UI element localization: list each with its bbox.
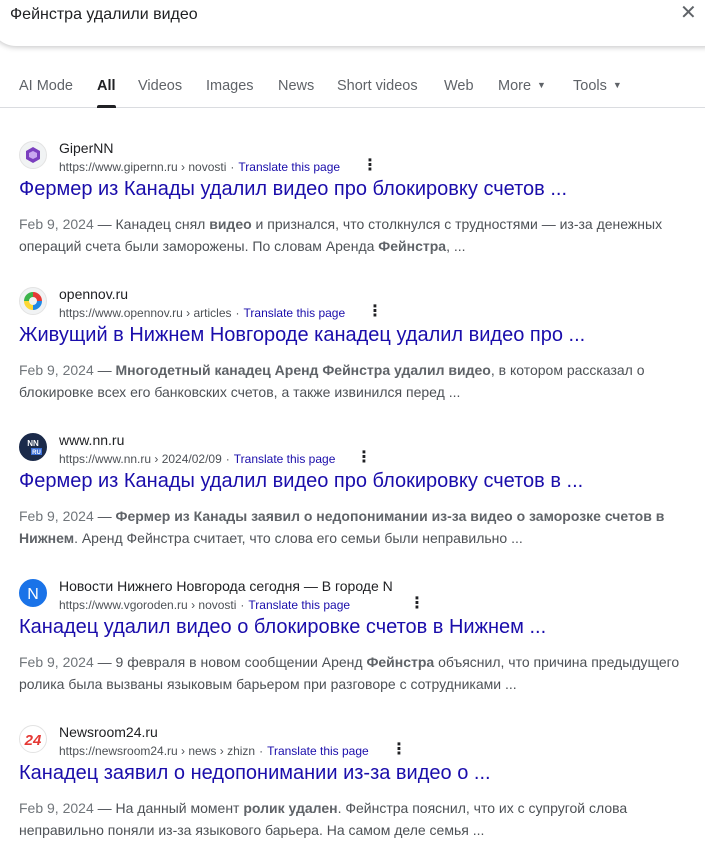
search-tabs: AI Mode All Videos Images News Short vid… — [0, 70, 705, 108]
more-vert-icon[interactable]: ⋮ — [362, 158, 378, 174]
result-snippet: Feb 9, 2024 — Многодетный канадец Аренд … — [19, 362, 645, 400]
result-url-text: https://www.opennov.ru › articles — [59, 306, 232, 320]
snippet-highlight: Многодетный канадец Аренд Фейнстра удали… — [115, 362, 491, 378]
newsroom24-logo-icon: 24 — [19, 725, 47, 753]
caret-down-icon: ▼ — [612, 80, 622, 90]
result-date: Feb 9, 2024 — [19, 216, 94, 232]
more-vert-icon[interactable]: ⋮ — [391, 742, 407, 758]
more-vert-icon[interactable]: ⋮ — [367, 304, 383, 320]
more-vert-icon[interactable]: ⋮ — [356, 450, 372, 466]
result-title[interactable]: Канадец удалил видео о блокировке счетов… — [19, 616, 546, 639]
tab-tools-label: Tools — [573, 78, 607, 94]
svg-text:24: 24 — [24, 732, 42, 749]
result-title[interactable]: Фермер из Канады удалил видео про блокир… — [19, 178, 567, 201]
result-title[interactable]: Фермер из Канады удалил видео про блокир… — [19, 470, 583, 493]
svg-text:NN: NN — [27, 439, 39, 448]
result-title[interactable]: Живущий в Нижнем Новгороде канадец удали… — [19, 324, 585, 347]
result-url: https://newsroom24.ru › news › zhizn · Tra… — [59, 744, 369, 758]
snippet-highlight: ролик удален — [243, 800, 338, 816]
translate-link[interactable]: Translate this page — [244, 306, 346, 320]
tab-tools[interactable]: Tools ▼ — [573, 78, 622, 94]
translate-link[interactable]: Translate this page — [248, 598, 350, 612]
result-url-text: https://www.nn.ru › 2024/02/09 — [59, 452, 222, 466]
search-bar[interactable]: Фейнстра удалили видео ✕ — [0, 0, 705, 46]
snippet-highlight: видео — [209, 216, 252, 232]
gipernn-logo-icon — [19, 141, 47, 169]
close-icon[interactable]: ✕ — [680, 3, 697, 23]
result-url-text: https://newsroom24.ru › news › zhizn — [59, 744, 256, 758]
result-snippet: Feb 9, 2024 — Канадец снял видео и призн… — [19, 216, 663, 254]
result-url: https://www.nn.ru › 2024/02/09 · Translate… — [59, 452, 336, 466]
svg-text:RU: RU — [32, 450, 41, 456]
result-site-name[interactable]: www.nn.ru — [59, 432, 124, 448]
tab-short-videos[interactable]: Short videos — [337, 78, 418, 94]
result-site-name[interactable]: Новости Нижнего Новгорода сегодня — В го… — [59, 578, 393, 594]
result-date: Feb 9, 2024 — [19, 800, 94, 816]
tab-more[interactable]: More ▼ — [498, 78, 546, 94]
snippet-highlight: Фейнстра — [378, 238, 447, 254]
translate-link[interactable]: Translate this page — [238, 160, 340, 174]
snippet-highlight: Фейнстра — [366, 654, 435, 670]
translate-link[interactable]: Translate this page — [234, 452, 336, 466]
tab-videos[interactable]: Videos — [138, 78, 182, 94]
result-url: https://www.opennov.ru › articles · Transl… — [59, 306, 346, 320]
result-snippet: Feb 9, 2024 — На данный момент ролик уда… — [19, 800, 628, 838]
opennov-logo-icon — [19, 287, 47, 315]
result-url-text: https://www.vgoroden.ru › novosti — [59, 598, 237, 612]
result-site-name[interactable]: opennov.ru — [59, 286, 128, 302]
tab-web[interactable]: Web — [444, 78, 474, 94]
result-date: Feb 9, 2024 — [19, 362, 94, 378]
nn-logo-icon: NN RU — [19, 433, 47, 461]
result-title[interactable]: Канадец заявил о недопонимании из-за вид… — [19, 762, 491, 785]
svg-text:N: N — [27, 586, 39, 603]
tab-more-label: More — [498, 78, 532, 94]
more-vert-icon[interactable]: ⋮ — [409, 596, 425, 612]
caret-down-icon: ▼ — [537, 80, 546, 90]
result-snippet: Feb 9, 2024 — 9 февраля в новом сообщени… — [19, 654, 680, 692]
result-url: https://www.gipernn.ru › novosti · Transla… — [59, 160, 341, 174]
result-site-name[interactable]: GiperNN — [59, 140, 113, 156]
result-url: https://www.vgoroden.ru › novosti · Transl… — [59, 598, 351, 612]
vgoroden-logo-icon: N — [19, 579, 47, 607]
result-date: Feb 9, 2024 — [19, 654, 94, 670]
tab-ai-mode[interactable]: AI Mode — [19, 78, 73, 94]
tab-all[interactable]: All — [97, 78, 116, 108]
snippet-highlight: Фермер из Канады заявил о недопонимании … — [19, 508, 665, 546]
result-site-name[interactable]: Newsroom24.ru — [59, 724, 158, 740]
tab-news[interactable]: News — [278, 78, 314, 94]
tab-images[interactable]: Images — [206, 78, 254, 94]
translate-link[interactable]: Translate this page — [267, 744, 369, 758]
result-url-text: https://www.gipernn.ru › novosti — [59, 160, 227, 174]
result-snippet: Feb 9, 2024 — Фермер из Канады заявил о … — [19, 508, 665, 546]
search-input[interactable]: Фейнстра удалили видео — [10, 6, 198, 24]
result-date: Feb 9, 2024 — [19, 508, 94, 524]
